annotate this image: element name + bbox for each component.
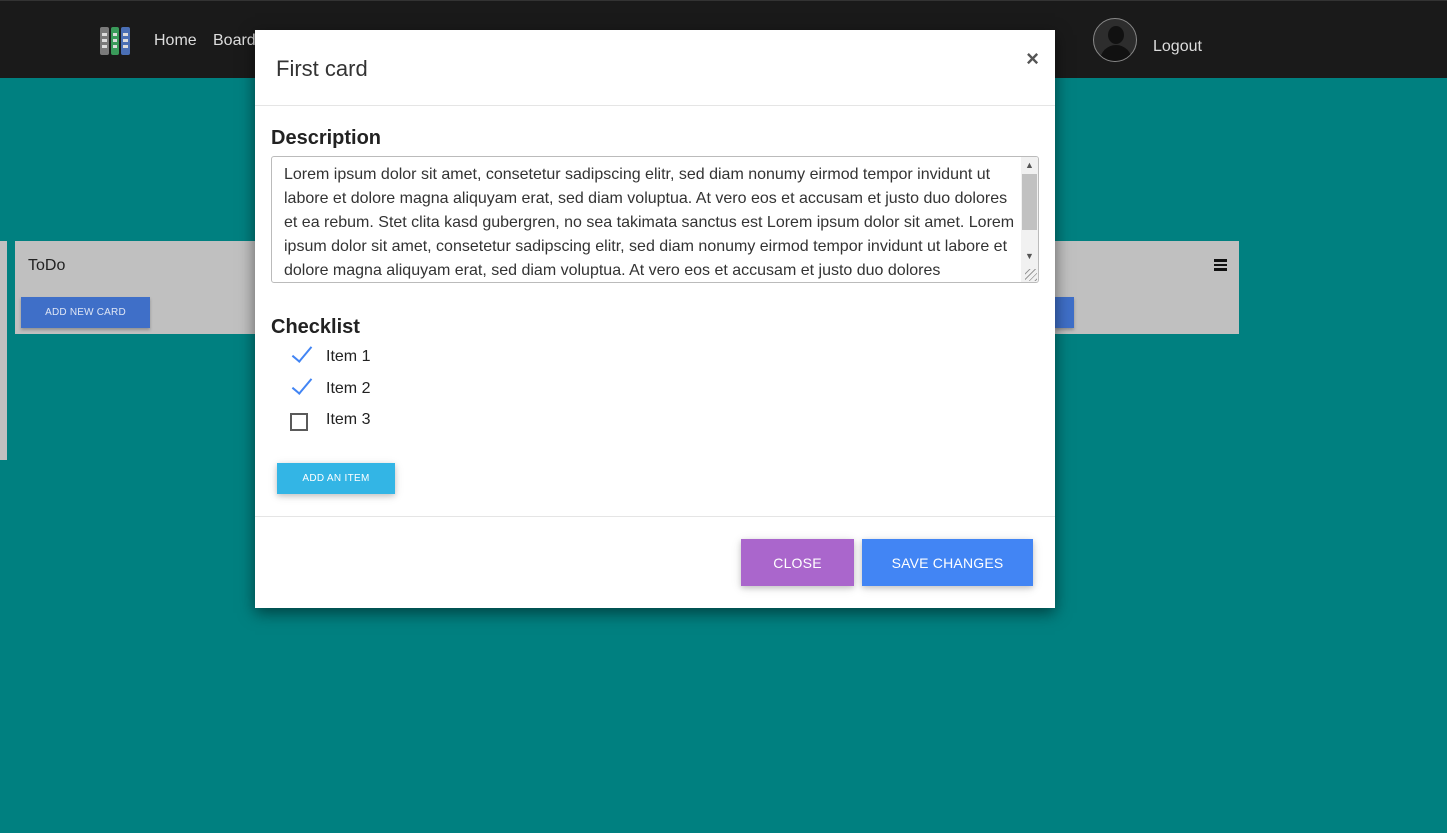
checklist-item-label: Item 1 <box>326 348 371 365</box>
modal-title: First card <box>276 56 368 81</box>
description-textarea[interactable]: Lorem ipsum dolor sit amet, consetetur s… <box>271 156 1039 283</box>
logout-link[interactable]: Logout <box>1153 38 1202 56</box>
checklist-heading: Checklist <box>271 316 360 338</box>
close-button[interactable]: CLOSE <box>741 539 854 586</box>
checkbox-checked-icon[interactable] <box>289 346 311 368</box>
scroll-down-icon[interactable]: ▼ <box>1021 248 1038 264</box>
checkbox-unchecked-icon[interactable] <box>290 413 308 431</box>
close-icon[interactable]: × <box>1026 48 1039 70</box>
add-an-item-button[interactable]: ADD AN ITEM <box>277 463 395 494</box>
checklist-item-label: Item 2 <box>326 379 371 397</box>
scroll-up-icon[interactable]: ▲ <box>1021 157 1038 173</box>
save-changes-button[interactable]: SAVE CHANGES <box>862 539 1033 586</box>
modal-header: First card × <box>255 30 1055 106</box>
checkbox-checked-icon[interactable] <box>289 378 311 400</box>
nav-link-board[interactable]: Board <box>213 32 256 50</box>
checklist-item-label: Item 3 <box>326 411 371 428</box>
description-scrollbar[interactable]: ▲ ▼ <box>1021 157 1038 282</box>
column-title: ToDo <box>28 257 66 274</box>
add-new-card-button-partial[interactable] <box>1055 297 1074 328</box>
scroll-thumb[interactable] <box>1022 174 1037 230</box>
card-modal: First card × Description Lorem ipsum dol… <box>255 30 1055 608</box>
description-heading: Description <box>271 127 382 149</box>
add-new-card-button[interactable]: ADD NEW CARD <box>21 297 150 328</box>
board-column-edge <box>0 241 7 460</box>
user-avatar-icon[interactable] <box>1093 18 1137 62</box>
resize-grip-icon[interactable] <box>1025 269 1037 281</box>
modal-footer: CLOSE SAVE CHANGES <box>255 516 1055 608</box>
board-logo-icon[interactable] <box>100 27 131 55</box>
description-text[interactable]: Lorem ipsum dolor sit amet, consetetur s… <box>284 163 1019 282</box>
nav-link-home[interactable]: Home <box>154 32 197 50</box>
hamburger-menu-icon[interactable] <box>1214 259 1227 271</box>
